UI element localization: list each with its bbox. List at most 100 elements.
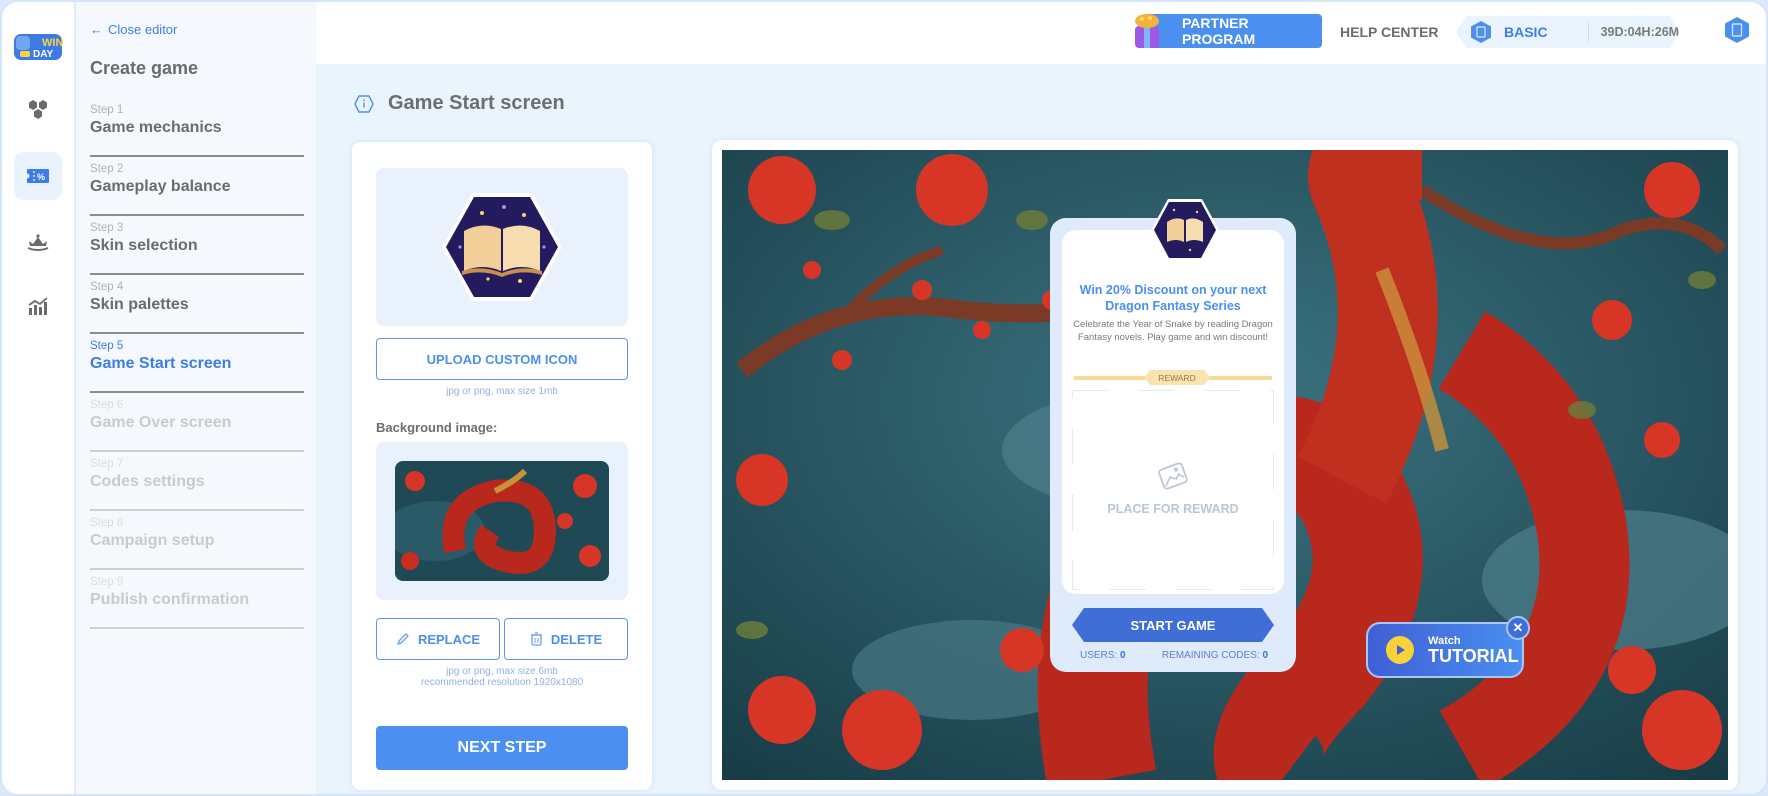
replace-label: REPLACE xyxy=(417,631,481,647)
plan-badge[interactable]: BASIC 39D:04H:26M xyxy=(1456,16,1680,48)
step-number: Step 6 xyxy=(90,399,124,411)
app-window: WIN DAY % ← Close editor Create game Ste… xyxy=(0,0,1768,796)
step-number: Step 2 xyxy=(90,163,124,175)
windday-logo[interactable]: WIN DAY xyxy=(12,32,64,62)
page-title: Create game xyxy=(90,58,199,78)
main-content: Game Start screen UPLOAD CUSTOM ICON jpg… xyxy=(316,64,1766,794)
watch-tutorial-button[interactable]: Watch TUTORIAL xyxy=(1366,622,1524,678)
plan-name: BASIC xyxy=(1504,24,1548,40)
game-stats: USERS: 0 REMAINING CODES: 0 xyxy=(1080,650,1268,661)
rail-games[interactable] xyxy=(14,86,62,134)
step-number: Step 4 xyxy=(90,281,124,293)
gift-icon xyxy=(1135,14,1159,48)
card-title: Win 20% Discount on your next Dragon Fan… xyxy=(1079,283,1267,313)
plan-divider xyxy=(1587,22,1589,42)
users-stat: USERS: 0 xyxy=(1080,650,1126,661)
reward-placeholder: PLACE FOR REWARD xyxy=(1072,390,1274,590)
trash-icon xyxy=(530,632,542,646)
step-item-8: Step 8 Campaign setup xyxy=(90,511,304,570)
step-number: Step 7 xyxy=(90,458,124,470)
info-icon[interactable] xyxy=(354,94,374,113)
arrow-left-icon: ← xyxy=(90,22,103,37)
svg-text:DAY: DAY xyxy=(33,49,54,60)
top-bar: PARTNER PROGRAM HELP CENTER BASIC 39D:04… xyxy=(316,2,1766,64)
step-item-5[interactable]: Step 5 Game Start screen xyxy=(90,334,304,393)
step-number: Step 3 xyxy=(90,222,124,234)
step-number: Step 5 xyxy=(90,340,124,352)
settings-panel: UPLOAD CUSTOM ICON jpg or png, max size … xyxy=(352,142,652,790)
tutorial-main-label: TUTORIAL xyxy=(1428,646,1519,666)
profile-icon[interactable] xyxy=(1724,16,1750,44)
background-thumbnail xyxy=(395,461,609,581)
replace-button[interactable]: REPLACE xyxy=(376,618,500,660)
card-content: Win 20% Discount on your next Dragon Fan… xyxy=(1062,199,1284,594)
delete-label: DELETE xyxy=(550,631,603,647)
step-item-4[interactable]: Step 4 Skin palettes xyxy=(90,275,304,334)
help-center-link[interactable]: HELP CENTER xyxy=(1340,24,1439,40)
users-value: 0 xyxy=(1120,650,1126,661)
coupon-icon: % xyxy=(27,169,49,183)
dragon-thumbnail-image xyxy=(395,461,609,581)
users-label: USERS: xyxy=(1080,650,1118,661)
svg-text:WIN: WIN xyxy=(42,37,63,49)
step-name: Campaign setup xyxy=(90,532,215,549)
step-name: Skin selection xyxy=(90,237,198,254)
step-name: Skin palettes xyxy=(90,296,189,313)
svg-text:%: % xyxy=(37,172,45,182)
background-image-label: Background image: xyxy=(376,420,498,435)
icon-hint: jpg or png, max size 1mb xyxy=(446,386,558,397)
close-tutorial-icon[interactable]: ✕ xyxy=(1506,616,1530,640)
step-item-7: Step 7 Codes settings xyxy=(90,452,304,511)
card-description: Celebrate the Year of Snake by reading D… xyxy=(1073,319,1273,343)
steps-sidebar: ← Close editor Create game Step 1 Game me… xyxy=(76,2,316,794)
step-name: Gameplay balance xyxy=(90,178,231,195)
plan-time-remaining: 39D:04H:26M xyxy=(1600,25,1680,39)
delete-button[interactable]: DELETE xyxy=(504,618,628,660)
section-header: Game Start screen xyxy=(354,92,565,115)
upload-custom-icon-label: UPLOAD CUSTOM ICON xyxy=(426,351,578,367)
game-icon xyxy=(1151,199,1219,261)
step-item-1[interactable]: Step 1 Game mechanics xyxy=(90,98,304,157)
step-item-6: Step 6 Game Over screen xyxy=(90,393,304,452)
close-editor-label: Close editor xyxy=(108,22,178,37)
start-game-button[interactable]: START GAME xyxy=(1072,608,1274,642)
remaining-codes-stat: REMAINING CODES: 0 xyxy=(1162,650,1268,661)
remaining-codes-label: REMAINING CODES: xyxy=(1161,650,1260,661)
rail-analytics[interactable] xyxy=(14,282,62,330)
remaining-codes-value: 0 xyxy=(1262,650,1268,661)
step-number: Step 9 xyxy=(90,576,124,588)
step-number: Step 8 xyxy=(90,517,124,529)
step-item-2[interactable]: Step 2 Gameplay balance xyxy=(90,157,304,216)
background-hint-size: jpg or png, max size 6mb xyxy=(446,666,558,677)
step-item-9: Step 9 Publish confirmation xyxy=(90,570,304,629)
section-title: Game Start screen xyxy=(388,92,565,114)
pencil-icon xyxy=(396,633,409,646)
rail-rewards[interactable] xyxy=(14,218,62,266)
background-image-preview xyxy=(376,442,628,600)
game-start-card: Win 20% Discount on your next Dragon Fan… xyxy=(1050,199,1296,672)
step-name: Codes settings xyxy=(90,473,205,490)
upload-custom-icon-button[interactable]: UPLOAD CUSTOM ICON xyxy=(376,338,628,380)
rail-coupons[interactable]: % xyxy=(14,152,62,200)
tutorial-text: Watch TUTORIAL xyxy=(1428,635,1519,665)
reward-tag: REWARD xyxy=(1144,370,1210,385)
step-item-3[interactable]: Step 3 Skin selection xyxy=(90,216,304,275)
partner-program-label: PARTNER PROGRAM xyxy=(1182,15,1256,47)
crown-icon xyxy=(27,234,49,251)
analytics-icon xyxy=(28,297,48,315)
icon-rail: WIN DAY % xyxy=(2,2,76,794)
step-name: Game Over screen xyxy=(90,414,232,431)
partner-program-button[interactable]: PARTNER PROGRAM xyxy=(1142,14,1322,48)
close-editor-link[interactable]: ← Close editor xyxy=(90,22,177,37)
game-preview: Win 20% Discount on your next Dragon Fan… xyxy=(712,140,1738,790)
game-icon-preview xyxy=(376,168,628,326)
plan-hex-icon xyxy=(1471,21,1491,43)
step-name: Publish confirmation xyxy=(90,591,250,608)
step-name: Game Start screen xyxy=(90,355,232,372)
step-list: Step 1 Game mechanics Step 2 Gameplay bala… xyxy=(90,98,304,629)
play-icon xyxy=(1386,636,1414,664)
games-icon xyxy=(29,100,47,119)
reward-placeholder-text: PLACE FOR REWARD xyxy=(1107,502,1239,516)
next-step-button[interactable]: NEXT STEP xyxy=(376,726,628,770)
reward-dashed-frame xyxy=(1072,390,1274,590)
